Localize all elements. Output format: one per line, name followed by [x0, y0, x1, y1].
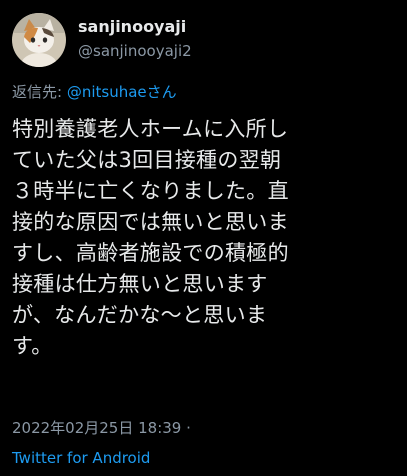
reply-to-prefix: 返信先:	[12, 83, 67, 101]
tweet-text: 特別養護老人ホームに入所し ていた父は3回目接種の翌朝 ３時半に亡くなりました。…	[12, 114, 404, 362]
reply-to-mention[interactable]: @nitsuhaeさん	[67, 83, 177, 101]
author-handle[interactable]: @sanjinooyaji2	[78, 41, 192, 61]
tweet-timestamp[interactable]: 2022年02月25日 18:39 ·	[12, 418, 191, 438]
tweet-text-line: ていた父は3回目接種の翌朝	[12, 148, 282, 172]
tweet-header: sanjinooyaji @sanjinooyaji2	[12, 12, 192, 68]
calico-kitten-avatar-icon	[12, 13, 66, 67]
tweet-text-line: 特別養護老人ホームに入所し	[12, 117, 289, 141]
reply-to-line: 返信先: @nitsuhaeさん	[12, 82, 177, 102]
tweet-text-line: 接種は仕方無いと思います	[12, 272, 268, 296]
author-names: sanjinooyaji @sanjinooyaji2	[78, 17, 192, 61]
tweet-text-line: 接的な原因では無いと思いま	[12, 210, 289, 234]
tweet-text-line: ３時半に亡くなりました。直	[12, 179, 289, 203]
avatar[interactable]	[12, 13, 66, 67]
tweet-source-link[interactable]: Twitter for Android	[12, 448, 150, 468]
tweet-text-line: すし、高齢者施設での積極的	[12, 241, 289, 265]
tweet-text-line: が、なんだかな〜と思いま	[12, 303, 268, 327]
tweet-text-line: す。	[12, 334, 53, 358]
author-display-name[interactable]: sanjinooyaji	[78, 17, 192, 37]
tweet-card: sanjinooyaji @sanjinooyaji2 返信先: @nitsuh…	[0, 0, 407, 476]
